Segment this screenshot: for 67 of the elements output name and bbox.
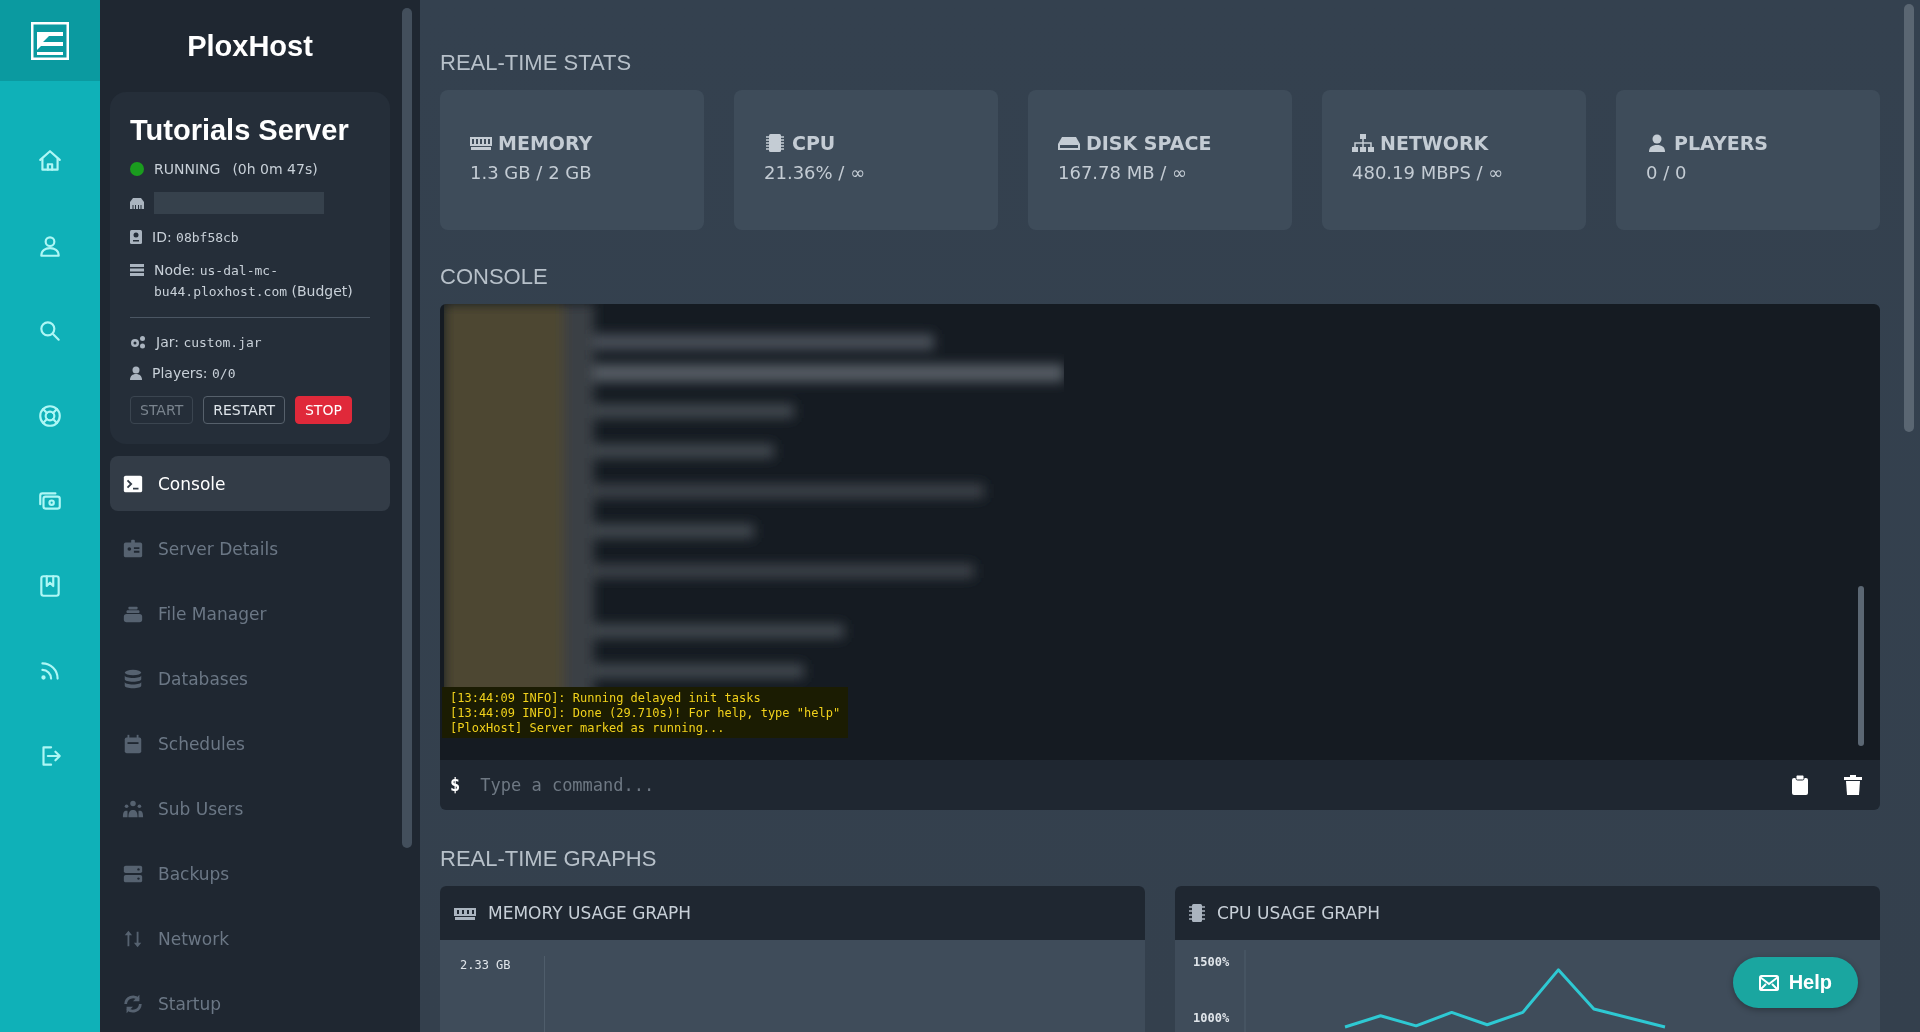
chip-icon [764, 134, 786, 152]
calendar-icon [122, 732, 144, 755]
chip-icon [1189, 904, 1205, 922]
trash-icon[interactable] [1844, 775, 1862, 795]
stat-label: MEMORY [498, 132, 593, 154]
sidebar-item[interactable]: Network [110, 911, 390, 966]
graph-title: CPU USAGE GRAPH [1217, 903, 1381, 923]
sidebar-item[interactable]: Schedules [110, 716, 390, 771]
user-icon [1646, 134, 1668, 152]
prompt-symbol: $ [450, 775, 461, 795]
axis-tick-label: 1500% [1193, 955, 1230, 969]
command-input[interactable]: Type a command... [478, 774, 1756, 796]
stat-label: CPU [792, 132, 836, 154]
sidebar-item[interactable]: Databases [110, 651, 390, 706]
sidebar-item[interactable]: Server Details [110, 521, 390, 576]
gears-icon [130, 335, 146, 349]
refresh-icon [122, 992, 144, 1015]
sidebar-item[interactable]: Sub Users [110, 781, 390, 836]
scrollbar[interactable] [402, 8, 412, 848]
sidebar-item[interactable]: Backups [110, 846, 390, 901]
server-icon [130, 264, 144, 276]
scrollbar[interactable] [1904, 4, 1914, 432]
logo-icon [31, 21, 69, 60]
network-icon [1352, 134, 1374, 152]
memory-icon [470, 134, 492, 152]
axis-tick-label: 2.33 GB [460, 958, 511, 972]
database-icon [122, 667, 144, 690]
scrollbar[interactable] [1858, 586, 1864, 746]
id-card-icon [130, 230, 142, 244]
section-heading: REAL-TIME GRAPHS [440, 846, 658, 872]
console-line: [PloxHost] Server marked as running... [450, 721, 726, 736]
stat-value: 0 / 0 [1646, 162, 1688, 183]
section-heading: CONSOLE [440, 264, 549, 290]
clipboard-icon[interactable] [1792, 775, 1808, 795]
sidebar-item[interactable]: Startup [110, 976, 390, 1031]
restart-button[interactable]: RESTART [203, 396, 285, 424]
graph-title: MEMORY USAGE GRAPH [488, 903, 692, 923]
players-info: Players: 0/0 [152, 365, 236, 381]
stat-label: NETWORK [1380, 132, 1489, 154]
node-info: Node: us-dal-mc-bu44.ploxhost.com (Budget) [154, 261, 354, 301]
stat-value: 167.78 MB / ∞ [1058, 162, 1189, 183]
stat-value: 21.36% / ∞ [764, 162, 867, 183]
sidebar-item[interactable]: File Manager [110, 586, 390, 641]
stat-value: 1.3 GB / 2 GB [470, 162, 593, 183]
help-button[interactable]: Help [1732, 957, 1858, 1008]
uptime: (0h 0m 47s) [232, 161, 318, 177]
brand-name: PloxHost [186, 29, 314, 64]
jar-info: Jar: custom.jar [156, 334, 262, 350]
server-id: ID: 08bf58cb [152, 229, 239, 245]
envelope-icon [1758, 974, 1779, 991]
stat-value: 480.19 MBPS / ∞ [1352, 162, 1505, 183]
server-status: RUNNING [154, 161, 221, 177]
stat-label: DISK SPACE [1086, 132, 1212, 154]
server-name: Tutorials Server [130, 114, 350, 147]
ethernet-icon [130, 197, 144, 209]
sidebar-item[interactable]: Console [110, 456, 390, 511]
id-card-icon [122, 537, 144, 560]
console-line: [13:44:09 INFO]: Running delayed init tasks [450, 691, 762, 706]
drive-icon [1058, 134, 1080, 152]
memory-icon [454, 906, 476, 920]
stat-label: PLAYERS [1674, 132, 1768, 154]
console-line: [13:44:09 INFO]: Done (29.710s)! For help, type "help" [450, 706, 841, 721]
axis-tick-label: 1000% [1193, 1011, 1230, 1025]
stop-button[interactable]: STOP [294, 396, 352, 424]
section-heading: REAL-TIME STATS [440, 50, 633, 76]
command-field[interactable]: $ Type a command... [440, 760, 1880, 810]
user-icon [130, 366, 142, 380]
